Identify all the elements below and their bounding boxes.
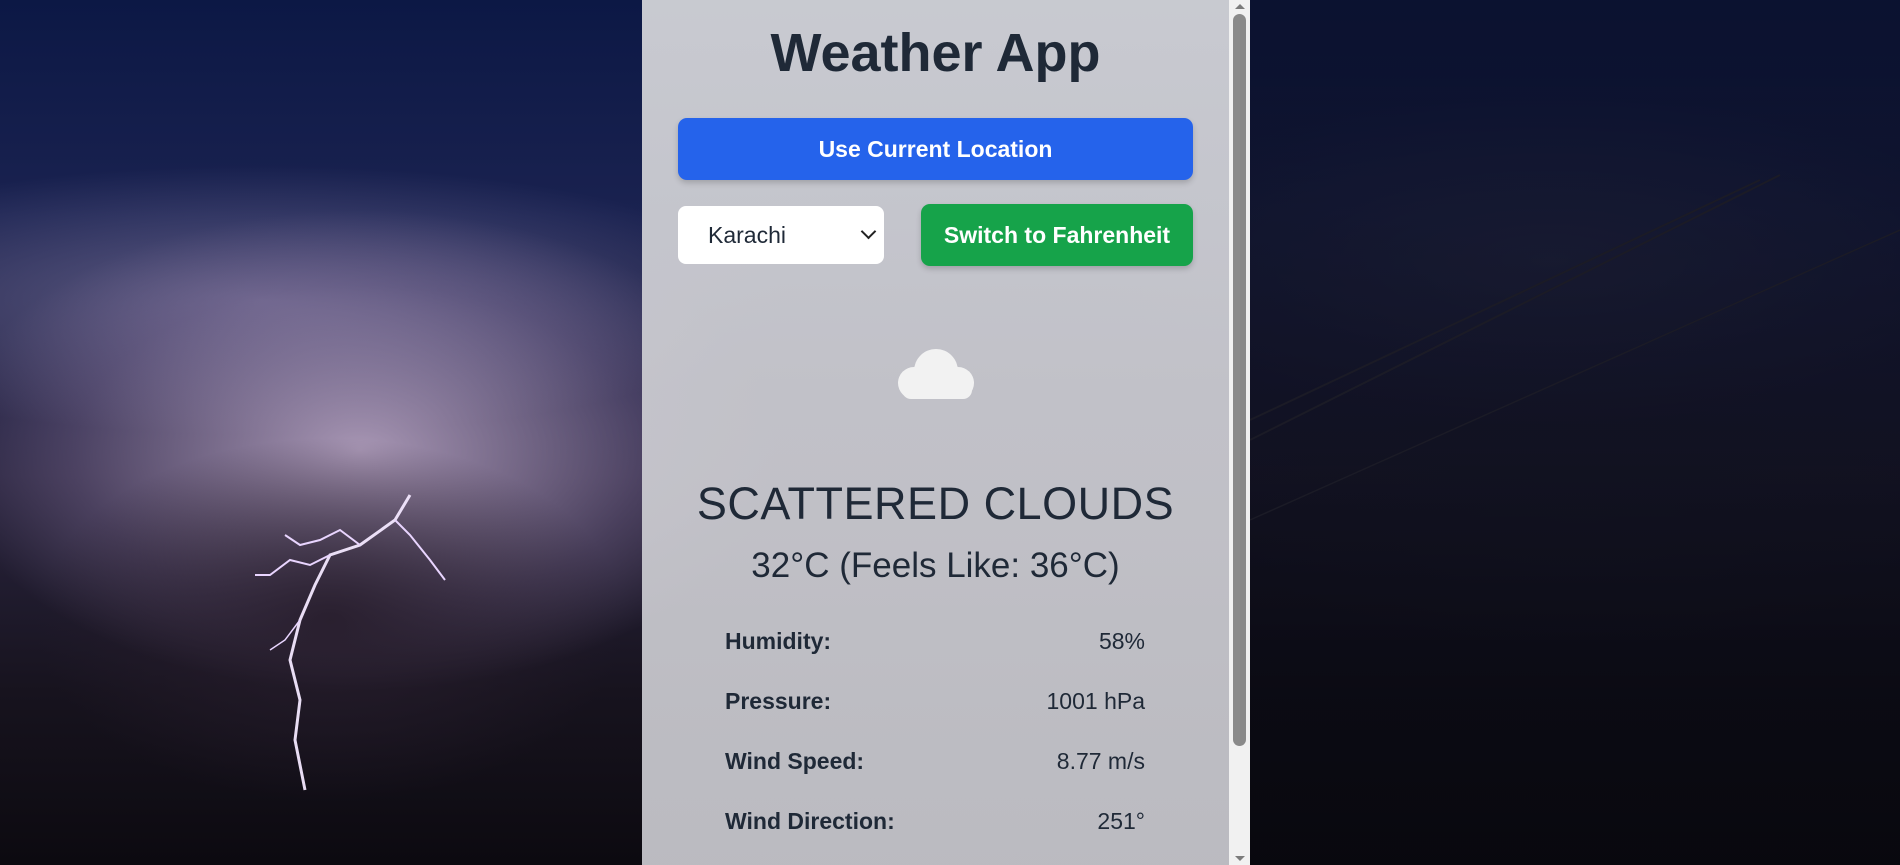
stat-value: 1001 hPa bbox=[1046, 688, 1145, 714]
app-title: Weather App bbox=[770, 23, 1101, 83]
switch-unit-button[interactable]: Switch to Fahrenheit bbox=[921, 204, 1193, 266]
use-current-location-button[interactable]: Use Current Location bbox=[678, 118, 1193, 180]
vertical-scrollbar[interactable] bbox=[1229, 0, 1250, 865]
scroll-up-arrow-icon[interactable] bbox=[1235, 4, 1245, 9]
stat-wind-direction: Wind Direction: 251° bbox=[725, 808, 1145, 865]
chevron-down-icon bbox=[860, 223, 877, 240]
city-select-value: Karachi bbox=[708, 222, 786, 248]
cloud-icon bbox=[898, 349, 974, 399]
stat-wind-speed: Wind Speed: 8.77 m/s bbox=[725, 748, 1145, 808]
temperature-readout: 32°C (Feels Like: 36°C) bbox=[751, 546, 1120, 585]
stat-value: 251° bbox=[1097, 808, 1145, 834]
weather-panel: Weather App Use Current Location Karachi… bbox=[642, 0, 1229, 865]
stat-label: Humidity: bbox=[725, 628, 832, 654]
stat-label: Pressure: bbox=[725, 688, 832, 714]
weather-condition: SCATTERED CLOUDS bbox=[696, 478, 1175, 529]
stat-label: Wind Direction: bbox=[725, 808, 895, 834]
stat-pressure: Pressure: 1001 hPa bbox=[725, 688, 1145, 748]
scroll-down-arrow-icon[interactable] bbox=[1235, 856, 1245, 861]
scrollbar-thumb[interactable] bbox=[1233, 14, 1246, 746]
city-select[interactable]: Karachi bbox=[678, 206, 884, 264]
stat-label: Wind Speed: bbox=[725, 748, 865, 774]
stat-humidity: Humidity: 58% bbox=[725, 628, 1145, 688]
stat-value: 58% bbox=[1098, 628, 1145, 654]
stat-value: 8.77 m/s bbox=[1056, 748, 1145, 774]
weather-stats: Humidity: 58% Pressure: 1001 hPa Wind Sp… bbox=[725, 628, 1145, 865]
